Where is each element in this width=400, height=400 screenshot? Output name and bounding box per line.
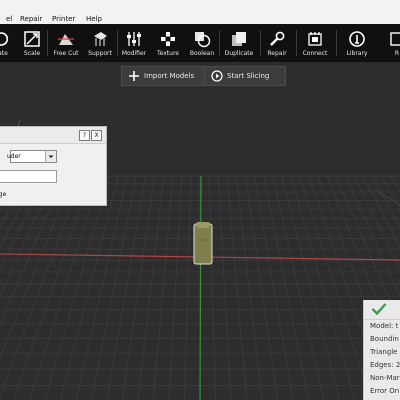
start-slicing-button[interactable]: Start Slicing <box>204 66 286 86</box>
duplicate-button[interactable]: Duplicate <box>222 24 256 62</box>
rotate-button[interactable]: ate <box>0 24 16 62</box>
texture-icon <box>159 30 177 48</box>
r-button[interactable]: R <box>384 24 400 62</box>
modifier-icon <box>125 30 143 48</box>
connect-label: Connect <box>302 50 328 57</box>
menu-repair[interactable]: Repair <box>20 14 42 24</box>
info-non-manifold: Non-Mar <box>370 374 400 382</box>
duplicate-label: Duplicate <box>224 50 254 57</box>
extruder-select-value: uder <box>7 153 21 160</box>
dialog-title-bar[interactable]: ? X <box>0 127 106 144</box>
dialog-text-field[interactable] <box>0 170 57 183</box>
menu-model[interactable]: el <box>6 14 12 24</box>
scale-label: Scale <box>23 50 41 57</box>
model-info-panel: Model: t Boundin Triangle Edges: 2 Non-M… <box>363 300 400 400</box>
toolbar-divider <box>296 30 297 56</box>
info-triangles: Triangle <box>370 348 398 356</box>
chevron-down-icon <box>45 151 56 162</box>
modifier-label: Modifier <box>121 50 147 57</box>
menu-printer[interactable]: Printer <box>52 14 75 24</box>
main-toolbar: ate Scale Free Cut Support Modifier Text… <box>0 24 400 63</box>
info-divider <box>364 319 400 320</box>
model-object[interactable] <box>193 222 213 265</box>
r-label: R <box>394 50 400 57</box>
duplicate-icon <box>230 30 248 48</box>
close-icon[interactable]: X <box>91 130 102 141</box>
toolbar-divider <box>336 30 337 56</box>
texture-label: Texture <box>157 50 179 57</box>
settings-dialog: ? X <box>0 126 107 206</box>
support-icon <box>91 30 109 48</box>
free-cut-icon <box>57 30 75 48</box>
play-icon <box>211 70 223 82</box>
connect-icon <box>306 30 324 48</box>
support-label: Support <box>88 50 112 57</box>
modifier-button[interactable]: Modifier <box>119 24 149 62</box>
boolean-icon <box>193 30 211 48</box>
repair-icon <box>268 30 286 48</box>
extruder-select[interactable]: uder <box>7 150 57 163</box>
start-slicing-label: Start Slicing <box>227 72 270 80</box>
library-label: Library <box>346 50 368 57</box>
boolean-label: Boolean <box>189 50 215 57</box>
help-icon[interactable]: ? <box>79 130 90 141</box>
rotate-label: ate <box>0 50 8 57</box>
connect-button[interactable]: Connect <box>298 24 332 62</box>
repair-label: Repair <box>267 50 287 57</box>
toolbar-divider <box>260 30 261 56</box>
import-models-label: Import Models <box>144 72 195 80</box>
info-bounding-box: Boundin <box>370 335 399 343</box>
toolbar-divider <box>47 30 48 56</box>
r-icon <box>388 30 400 48</box>
menu-bar: el Repair Printer Help <box>0 0 400 25</box>
library-icon <box>348 30 366 48</box>
import-models-button[interactable]: Import Models <box>121 66 205 86</box>
scale-button[interactable]: Scale <box>19 24 45 62</box>
menu-help[interactable]: Help <box>86 14 102 24</box>
scale-icon <box>23 30 41 48</box>
support-button[interactable]: Support <box>85 24 115 62</box>
boolean-button[interactable]: Boolean <box>187 24 217 62</box>
repair-button[interactable]: Repair <box>262 24 292 62</box>
info-errors: Error On <box>370 387 400 395</box>
viewport-3d[interactable] <box>0 62 400 400</box>
free-cut-button[interactable]: Free Cut <box>51 24 81 62</box>
toolbar-divider <box>117 30 118 56</box>
toolbar-divider <box>219 30 220 56</box>
library-button[interactable]: Library <box>342 24 372 62</box>
dialog-option-label[interactable]: nge <box>0 191 6 198</box>
info-model-name: Model: t <box>370 322 399 330</box>
check-icon <box>371 303 387 316</box>
build-plate[interactable] <box>0 62 400 400</box>
plus-icon <box>129 71 139 81</box>
info-edges: Edges: 2 <box>370 361 400 369</box>
free-cut-label: Free Cut <box>53 50 79 57</box>
texture-button[interactable]: Texture <box>153 24 183 62</box>
rotate-icon <box>0 30 12 48</box>
